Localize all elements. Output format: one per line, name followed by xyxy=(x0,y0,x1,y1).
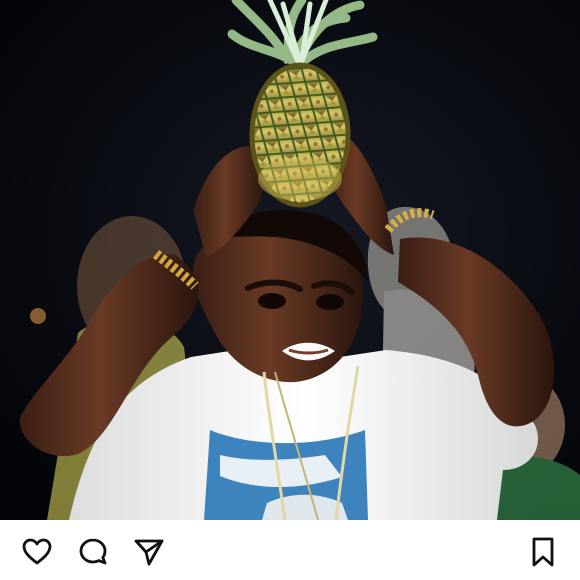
heart-icon xyxy=(21,536,53,568)
comment-icon xyxy=(77,536,109,568)
post-action-bar xyxy=(0,520,580,580)
save-button[interactable] xyxy=(526,535,560,569)
comment-button[interactable] xyxy=(76,535,110,569)
post-photo[interactable] xyxy=(0,0,580,520)
paper-plane-icon xyxy=(133,536,165,568)
bookmark-icon xyxy=(527,536,559,568)
share-button[interactable] xyxy=(132,535,166,569)
post-photo-image xyxy=(0,0,580,520)
instagram-post xyxy=(0,0,580,580)
like-button[interactable] xyxy=(20,535,54,569)
